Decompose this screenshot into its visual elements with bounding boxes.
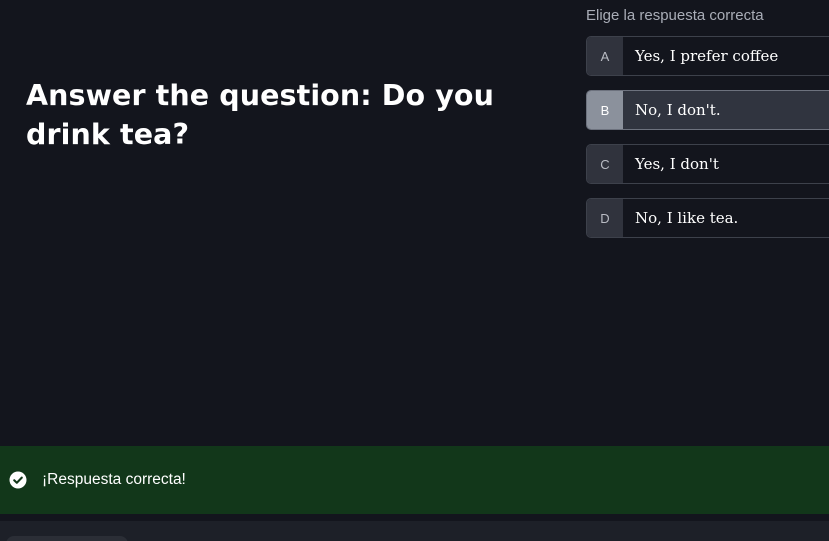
option-text: No, I don't.	[635, 101, 721, 119]
option-text: Yes, I don't	[635, 155, 719, 173]
bottom-bar	[0, 521, 829, 541]
quiz-screen: Answer the question: Do you drink tea? E…	[0, 0, 829, 541]
bottom-button[interactable]	[6, 536, 128, 541]
option-letter: A	[587, 37, 623, 75]
feedback-banner: ¡Respuesta correcta!	[0, 446, 829, 514]
option-text: Yes, I prefer coffee	[635, 47, 779, 65]
feedback-message: ¡Respuesta correcta!	[42, 471, 186, 488]
option-d[interactable]: D No, I like tea.	[586, 198, 829, 238]
options-instruction: Elige la respuesta correcta	[586, 7, 764, 24]
question-title: Answer the question: Do you drink tea?	[26, 79, 494, 151]
option-c[interactable]: C Yes, I don't	[586, 144, 829, 184]
option-text: No, I like tea.	[635, 209, 739, 227]
option-letter: B	[587, 91, 623, 129]
option-letter: C	[587, 145, 623, 183]
option-letter: D	[587, 199, 623, 237]
option-a[interactable]: A Yes, I prefer coffee	[586, 36, 829, 76]
option-b[interactable]: B No, I don't.	[586, 90, 829, 130]
check-circle-icon	[9, 471, 27, 489]
